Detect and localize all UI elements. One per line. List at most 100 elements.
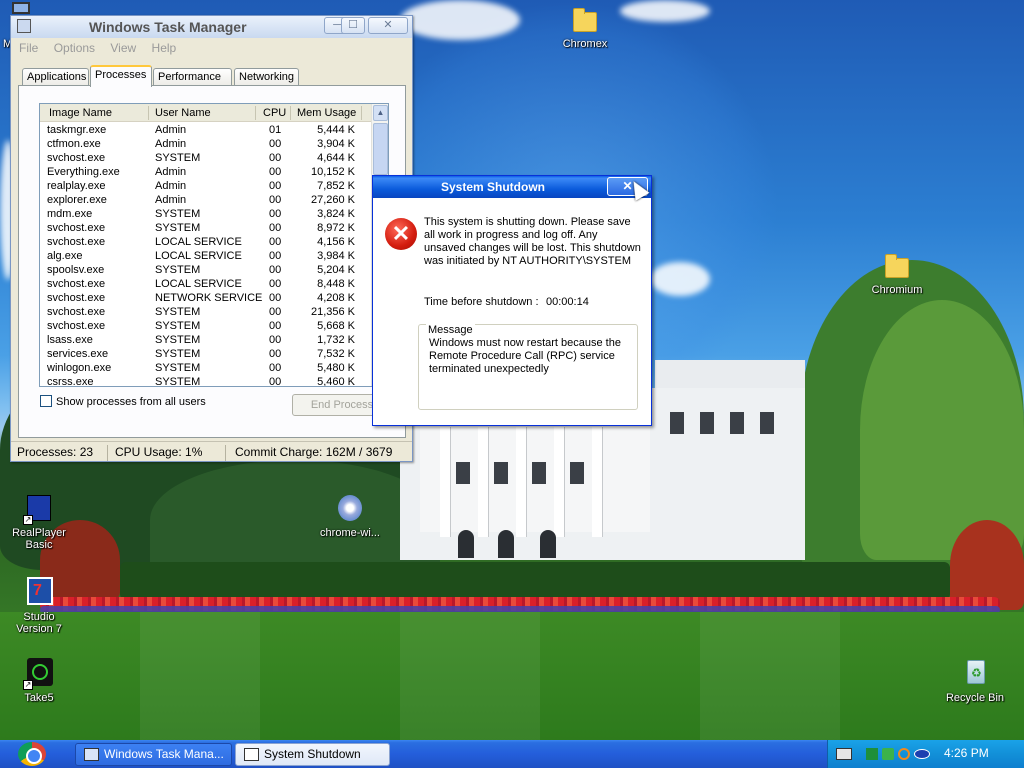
table-row[interactable]: csrss.exe SYSTEM 00 5,460 K — [40, 376, 373, 387]
table-row[interactable]: svchost.exe SYSTEM 00 8,972 K — [40, 222, 373, 236]
desktop-icon-chromium[interactable]: Chromium — [856, 250, 938, 296]
task-manager-window[interactable]: Windows Task Manager ─ ☐ ✕ File Options … — [10, 15, 413, 462]
cell-user-name: SYSTEM — [155, 264, 201, 276]
error-icon: ✕ — [385, 218, 417, 250]
checkbox-box[interactable] — [40, 395, 52, 407]
start-button[interactable] — [15, 740, 51, 768]
system-shutdown-dialog[interactable]: System Shutdown ✕ ✕ This system is shutt… — [372, 175, 652, 426]
cell-mem-usage: 5,204 K — [317, 264, 355, 276]
table-row[interactable]: spoolsv.exe SYSTEM 00 5,204 K — [40, 264, 373, 278]
desktop-icon-label: Take5 — [24, 692, 54, 704]
table-row[interactable]: alg.exe LOCAL SERVICE 00 3,984 K — [40, 250, 373, 264]
column-image-name[interactable]: Image Name — [49, 107, 112, 119]
folder-icon — [881, 250, 913, 282]
desktop-icon-label: Studio Version 7 — [16, 611, 62, 635]
desktop-icon-label: chrome-wi... — [320, 527, 380, 539]
desktop-icon-label: Chromium — [871, 284, 923, 296]
cell-cpu: 00 — [269, 306, 282, 318]
processes-panel: Image Name User Name CPU Mem Usage taskm… — [18, 85, 406, 438]
cell-image-name: mdm.exe — [47, 208, 93, 220]
menu-options[interactable]: Options — [54, 41, 95, 55]
table-row[interactable]: Everything.exe Admin 00 10,152 K — [40, 166, 373, 180]
table-row[interactable]: svchost.exe NETWORK SERVICE 00 4,208 K — [40, 292, 373, 306]
message-legend: Message — [426, 324, 475, 336]
table-row[interactable]: svchost.exe SYSTEM 00 4,644 K — [40, 152, 373, 166]
cell-user-name: Admin — [155, 166, 187, 178]
show-all-processes-checkbox[interactable]: Show processes from all users — [40, 395, 206, 408]
column-cpu[interactable]: CPU — [263, 107, 286, 119]
search-icon[interactable] — [898, 748, 910, 760]
table-row[interactable]: winlogon.exe SYSTEM 00 5,480 K — [40, 362, 373, 376]
taskbar-button-system-shutdown[interactable]: System Shutdown — [235, 743, 390, 766]
cell-mem-usage: 5,460 K — [317, 376, 355, 387]
shutdown-titlebar[interactable]: System Shutdown ✕ — [373, 176, 651, 198]
status-commit-charge: Commit Charge: 162M / 3679 — [235, 445, 393, 459]
take5-icon: ↗ — [23, 658, 55, 690]
window-icon — [244, 748, 259, 761]
cell-image-name: taskmgr.exe — [47, 124, 107, 136]
table-row[interactable]: services.exe SYSTEM 00 7,532 K — [40, 348, 373, 362]
cell-cpu: 00 — [269, 348, 282, 360]
cell-user-name: Admin — [155, 194, 187, 206]
cell-mem-usage: 4,644 K — [317, 152, 355, 164]
cell-mem-usage: 3,984 K — [317, 250, 355, 262]
table-row[interactable]: svchost.exe SYSTEM 00 21,356 K — [40, 306, 373, 320]
network-icon[interactable] — [882, 748, 894, 760]
table-row[interactable]: lsass.exe SYSTEM 00 1,732 K — [40, 334, 373, 348]
process-list[interactable]: Image Name User Name CPU Mem Usage taskm… — [39, 103, 389, 387]
scroll-thumb[interactable] — [373, 123, 388, 175]
menu-file[interactable]: File — [19, 41, 38, 55]
tab-networking[interactable]: Networking — [234, 68, 299, 86]
clock[interactable]: 4:26 PM — [944, 746, 989, 760]
scroll-up-arrow-icon[interactable]: ▲ — [373, 105, 388, 121]
close-button[interactable]: ✕ — [368, 17, 408, 34]
table-row[interactable]: taskmgr.exe Admin 01 5,444 K — [40, 124, 373, 138]
cell-image-name: svchost.exe — [47, 236, 106, 248]
table-row[interactable]: svchost.exe LOCAL SERVICE 00 8,448 K — [40, 278, 373, 292]
cell-mem-usage: 3,824 K — [317, 208, 355, 220]
table-row[interactable]: svchost.exe SYSTEM 00 5,668 K — [40, 320, 373, 334]
timer-value: 00:00:14 — [546, 296, 589, 308]
tab-processes[interactable]: Processes — [90, 65, 152, 87]
cell-cpu: 00 — [269, 222, 282, 234]
message-groupbox: Message Windows must now restart because… — [418, 324, 638, 410]
green-status-icon[interactable] — [866, 748, 878, 760]
desktop-icon-chrome-wi[interactable]: chrome-wi... — [309, 493, 391, 539]
cell-image-name: lsass.exe — [47, 334, 93, 346]
eye-icon[interactable] — [914, 749, 930, 759]
tab-applications[interactable]: Applications — [22, 68, 89, 86]
desktop-icon-realplayer[interactable]: ↗ RealPlayer Basic — [0, 493, 80, 551]
desktop-icon-studio[interactable]: 7 Studio Version 7 — [0, 577, 80, 635]
timer-label: Time before shutdown : — [424, 296, 539, 308]
process-list-header: Image Name User Name CPU Mem Usage — [40, 104, 373, 122]
shutdown-message: This system is shutting down. Please sav… — [424, 216, 641, 267]
cell-cpu: 00 — [269, 236, 282, 248]
cell-mem-usage: 5,480 K — [317, 362, 355, 374]
message-text: Windows must now restart because the Rem… — [429, 337, 621, 375]
cell-image-name: services.exe — [47, 348, 109, 360]
task-manager-titlebar[interactable]: Windows Task Manager ─ ☐ ✕ — [11, 16, 412, 38]
desktop-icon-chromex[interactable]: Chromex — [544, 4, 626, 50]
table-row[interactable]: realplay.exe Admin 00 7,852 K — [40, 180, 373, 194]
menu-help[interactable]: Help — [152, 41, 177, 55]
desktop-icon-take5[interactable]: ↗ Take5 — [0, 658, 80, 704]
column-user-name[interactable]: User Name — [155, 107, 211, 119]
table-row[interactable]: mdm.exe SYSTEM 00 3,824 K — [40, 208, 373, 222]
table-row[interactable]: ctfmon.exe Admin 00 3,904 K — [40, 138, 373, 152]
desktop-icon-recycle-bin[interactable]: ♻ Recycle Bin — [934, 658, 1016, 704]
menu-bar: File Options View Help — [19, 41, 188, 55]
recycle-bin-icon: ♻ — [959, 658, 991, 690]
cell-cpu: 00 — [269, 278, 282, 290]
column-mem-usage[interactable]: Mem Usage — [297, 107, 356, 119]
maximize-button[interactable]: ☐ — [341, 17, 365, 34]
table-row[interactable]: svchost.exe LOCAL SERVICE 00 4,156 K — [40, 236, 373, 250]
cell-mem-usage: 1,732 K — [317, 334, 355, 346]
taskbar-button-task-manager[interactable]: Windows Task Mana... — [75, 743, 232, 766]
tab-performance[interactable]: Performance — [153, 68, 232, 86]
cell-user-name: SYSTEM — [155, 348, 201, 360]
chrome-orb-icon — [18, 742, 46, 766]
keyboard-icon[interactable] — [836, 748, 852, 760]
menu-view[interactable]: View — [110, 41, 136, 55]
cell-image-name: realplay.exe — [47, 180, 106, 192]
table-row[interactable]: explorer.exe Admin 00 27,260 K — [40, 194, 373, 208]
